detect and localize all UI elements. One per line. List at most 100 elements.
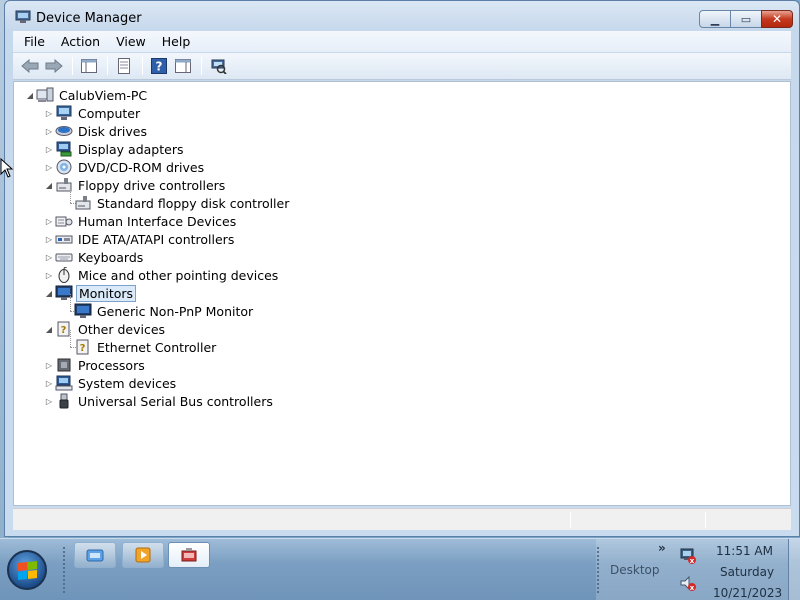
show-action-pane-icon <box>175 59 191 73</box>
clock-date[interactable]: 10/21/2023 <box>713 586 782 600</box>
collapse-arrow-icon[interactable]: ◢ <box>24 91 36 100</box>
expand-arrow-icon[interactable]: ▷ <box>43 361 55 370</box>
disk-drive-icon <box>55 123 73 139</box>
title-bar[interactable]: Device Manager ▁ ▭ ✕ <box>5 1 799 31</box>
system-device-icon <box>55 375 73 391</box>
svg-text:x: x <box>690 584 695 592</box>
minimize-icon: ▁ <box>710 12 720 26</box>
forward-icon <box>45 59 63 73</box>
scan-hardware-button[interactable] <box>207 55 229 77</box>
properties-button[interactable] <box>113 55 135 77</box>
volume-muted-icon[interactable]: x <box>679 575 697 593</box>
tree-item-human-interface-devices[interactable]: ▷ Human Interface Devices <box>43 212 238 230</box>
desktop-toolbar-label[interactable]: Desktop <box>610 563 660 577</box>
tree-item-other-devices[interactable]: ◢? Other devices <box>43 320 167 338</box>
processor-icon <box>55 357 73 373</box>
tree-item-universal-serial-bus-controllers[interactable]: ▷ Universal Serial Bus controllers <box>43 392 275 410</box>
show-hide-console-tree-icon <box>81 59 97 73</box>
tree-item-ide-ata-atapi-controllers[interactable]: ▷ IDE ATA/ATAPI controllers <box>43 230 236 248</box>
maximize-button[interactable]: ▭ <box>730 10 762 28</box>
device-manager-window: Device Manager ▁ ▭ ✕ File Action View He… <box>4 0 800 537</box>
tree-item-computer[interactable]: ▷ Computer <box>43 104 142 122</box>
tree-item-mice-and-other-pointing-devices[interactable]: ▷ Mice and other pointing devices <box>43 266 280 284</box>
taskbar: Desktop » x x 11:51 AM Saturday 10/21/20… <box>0 538 800 600</box>
taskbar-network-app-button[interactable] <box>74 542 116 568</box>
tree-item-standard-floppy-disk-controller[interactable]: Standard floppy disk controller <box>62 194 291 212</box>
menu-action[interactable]: Action <box>53 34 108 49</box>
tree-item-label: Disk drives <box>78 123 147 139</box>
start-button[interactable] <box>7 550 47 590</box>
expand-arrow-icon[interactable]: ▷ <box>43 235 55 244</box>
show-desktop-button[interactable] <box>788 539 800 600</box>
back-button[interactable] <box>19 55 41 77</box>
tree-item-processors[interactable]: ▷ Processors <box>43 356 147 374</box>
tree-item-display-adapters[interactable]: ▷ Display adapters <box>43 140 185 158</box>
network-status-icon[interactable]: x <box>679 547 697 565</box>
svg-text:x: x <box>690 557 695 565</box>
expand-arrow-icon[interactable]: ▷ <box>43 163 55 172</box>
device-manager-icon <box>15 10 31 23</box>
window-controls: ▁ ▭ ✕ <box>699 10 793 28</box>
mouse-icon <box>55 267 73 283</box>
tree-item-label: DVD/CD-ROM drives <box>78 159 205 175</box>
expand-arrow-icon[interactable]: ▷ <box>43 127 55 136</box>
taskbar-device-manager-button[interactable] <box>168 542 210 568</box>
clock-time[interactable]: 11:51 AM <box>716 544 773 558</box>
expand-arrow-icon[interactable]: ▷ <box>43 109 55 118</box>
collapse-arrow-icon[interactable]: ◢ <box>43 325 55 334</box>
windows-logo-icon <box>17 560 37 580</box>
scan-hardware-icon <box>211 59 227 74</box>
tree-item-root-computer[interactable]: ◢ CalubViem-PC <box>24 86 149 104</box>
collapse-arrow-icon[interactable]: ◢ <box>43 289 55 298</box>
status-separator <box>570 512 571 528</box>
clock-day[interactable]: Saturday <box>720 565 774 579</box>
tree-item-label: Processors <box>78 357 145 373</box>
menu-view[interactable]: View <box>108 34 154 49</box>
help-icon: ? <box>151 58 167 74</box>
taskbar-grip[interactable] <box>62 546 66 594</box>
expand-arrow-icon[interactable]: ▷ <box>43 253 55 262</box>
status-bar <box>13 508 791 530</box>
help-button[interactable]: ? <box>148 55 170 77</box>
svg-text:?: ? <box>80 343 86 354</box>
tree-item-system-devices[interactable]: ▷ System devices <box>43 374 178 392</box>
show-hide-console-tree-button[interactable] <box>78 55 100 77</box>
menu-file[interactable]: File <box>13 34 53 49</box>
toolbar-separator <box>201 57 202 75</box>
collapse-arrow-icon[interactable]: ◢ <box>43 181 55 190</box>
mouse-cursor-icon <box>0 158 14 178</box>
tree-item-keyboards[interactable]: ▷ Keyboards <box>43 248 145 266</box>
tree-item-label: Universal Serial Bus controllers <box>78 393 273 409</box>
close-button[interactable]: ✕ <box>761 10 793 28</box>
expand-arrow-icon[interactable]: ▷ <box>43 379 55 388</box>
toolbar: ? <box>13 53 791 80</box>
status-separator <box>705 512 706 528</box>
expand-arrow-icon[interactable]: ▷ <box>43 145 55 154</box>
toolbar-overflow-chevron[interactable]: » <box>658 541 666 555</box>
tree-item-label: Floppy drive controllers <box>78 177 226 193</box>
menu-bar: File Action View Help <box>13 31 791 52</box>
tree-item-generic-non-pnp-monitor[interactable]: Generic Non-PnP Monitor <box>62 302 255 320</box>
forward-button[interactable] <box>43 55 65 77</box>
tree-item-label: Human Interface Devices <box>78 213 237 229</box>
tree-item-label: IDE ATA/ATAPI controllers <box>78 231 235 247</box>
floppy-controller-icon <box>74 195 92 211</box>
tree-item-monitors[interactable]: ◢ Monitors <box>43 284 137 302</box>
taskbar-media-player-button[interactable] <box>122 542 164 568</box>
minimize-button[interactable]: ▁ <box>699 10 731 28</box>
device-tree: ◢ CalubViem-PC ▷ Computer ▷ Disk drives ▷ Displ… <box>13 81 791 506</box>
menu-help[interactable]: Help <box>154 34 199 49</box>
close-icon: ✕ <box>771 12 783 26</box>
show-action-pane-button[interactable] <box>172 55 194 77</box>
tray-grip[interactable] <box>596 546 600 594</box>
tree-item-disk-drives[interactable]: ▷ Disk drives <box>43 122 149 140</box>
tree-item-dvd-cd-rom-drives[interactable]: ▷ DVD/CD-ROM drives <box>43 158 206 176</box>
tree-item-label: Mice and other pointing devices <box>78 267 279 283</box>
toolbar-separator <box>142 57 143 75</box>
expand-arrow-icon[interactable]: ▷ <box>43 397 55 406</box>
expand-arrow-icon[interactable]: ▷ <box>43 217 55 226</box>
expand-arrow-icon[interactable]: ▷ <box>43 271 55 280</box>
tree-item-ethernet-controller[interactable]: ? Ethernet Controller <box>62 338 218 356</box>
tree-item-label: Other devices <box>78 321 166 337</box>
monitor-icon <box>74 303 92 319</box>
